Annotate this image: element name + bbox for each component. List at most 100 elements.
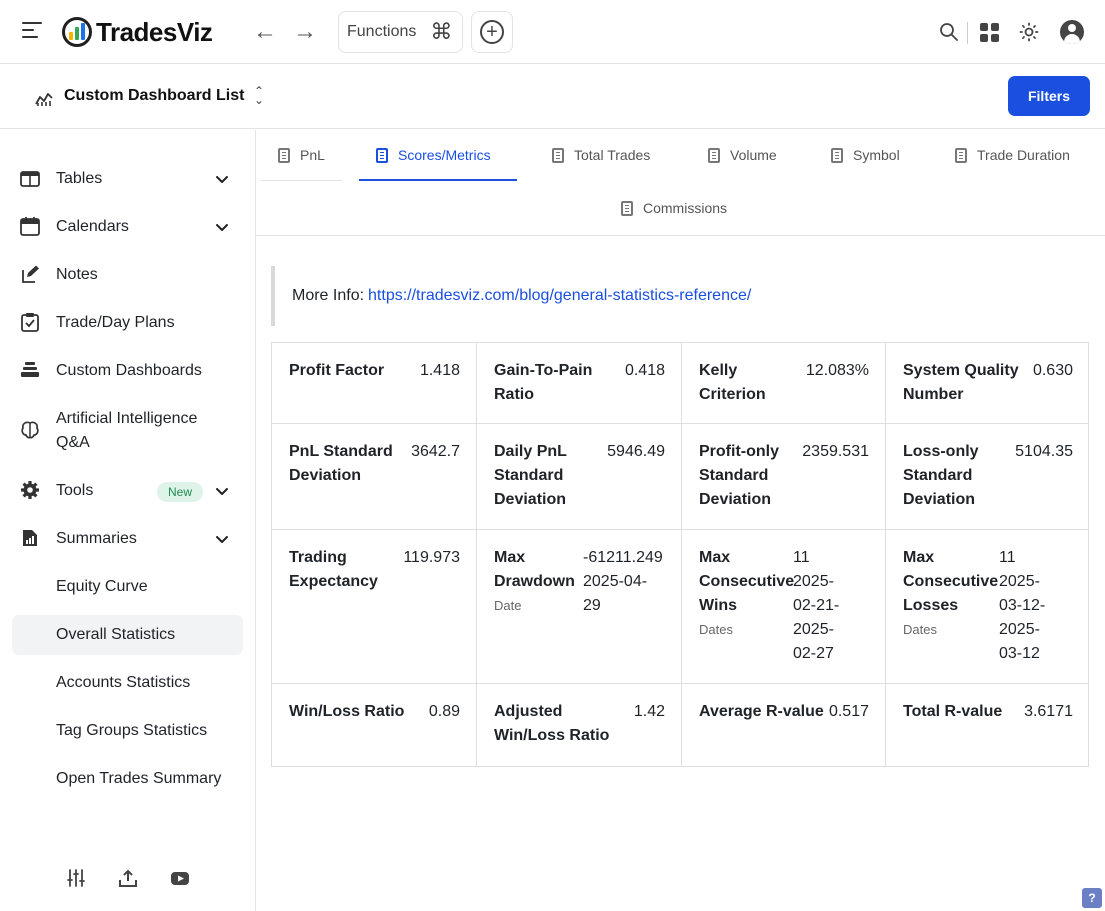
grid-icon[interactable] [977, 20, 1001, 44]
dashboard-list-selector[interactable]: Custom Dashboard List [64, 87, 244, 105]
tab-trade-duration[interactable]: Trade Duration [955, 130, 1070, 180]
user-avatar-icon[interactable] [1060, 20, 1084, 44]
sidebar-item-label: Custom Dashboards [56, 362, 202, 379]
tab-label: Commissions [643, 200, 728, 216]
statistics-reference-link[interactable]: https://tradesviz.com/blog/general-stati… [368, 287, 751, 305]
metric-max-consecutive-losses: Max Consecutive Losses Dates 11 2025- 03-1… [886, 530, 1088, 684]
metric-max-consecutive-wins: Max Consecutive Wins Dates 11 2025- 02-21-… [682, 530, 886, 684]
arrow-right-icon[interactable]: → [293, 20, 317, 44]
youtube-icon[interactable] [170, 868, 190, 888]
logo[interactable]: TradesViz [62, 16, 213, 48]
tab-symbol[interactable]: Symbol [831, 130, 900, 180]
metric-system-quality-number: System Quality Number 0.630 [886, 343, 1088, 424]
metric-label: Adjusted [494, 703, 563, 720]
metric-label: Wins [699, 597, 738, 614]
metric-label: Deviation [289, 467, 362, 484]
metric-date: 29 [583, 597, 601, 614]
metric-label: Loss-only [903, 443, 979, 460]
metrics-grid: Profit Factor 1.418 Gain-To-Pain Ratio 0.… [271, 342, 1089, 767]
metric-label: Standard [699, 467, 769, 484]
brain-icon [20, 420, 40, 440]
sidebar-footer [0, 830, 255, 911]
sidebar-subitem-tag-groups-statistics[interactable]: Tag Groups Statistics [56, 719, 207, 743]
tab-total-trades[interactable]: Total Trades [552, 130, 650, 180]
metric-value: 5946.49 [607, 443, 665, 460]
metric-label: Criterion [699, 386, 766, 403]
report-icon [20, 528, 40, 548]
gear-icon [20, 480, 40, 500]
tab-scores-metrics[interactable]: Scores/Metrics [376, 130, 491, 180]
metric-value: 0.630 [1032, 362, 1073, 379]
filters-button[interactable]: Filters [1008, 76, 1090, 116]
sidebar-subitem-overall-statistics[interactable]: Overall Statistics [56, 623, 175, 647]
tab-pnl[interactable]: PnL [278, 130, 325, 180]
tab-volume[interactable]: Volume [708, 130, 777, 180]
metric-label: Trading [289, 549, 347, 566]
metric-sub-label: Dates [699, 622, 733, 637]
metric-value: 2359.531 [802, 443, 869, 460]
metric-sub-label: Dates [903, 622, 937, 637]
tab-label: Trade Duration [977, 147, 1070, 163]
metric-loss-only-std-dev: Loss-only Standard Deviation 5104.35 [886, 424, 1088, 530]
chevron-down-icon[interactable] [214, 171, 230, 187]
metric-label: Consecutive [903, 573, 999, 590]
top-bar: TradesViz ← → Functions ⌘ + [0, 0, 1105, 64]
upload-icon[interactable] [118, 868, 138, 888]
metric-sub-label: Date [494, 598, 522, 613]
clipboard-icon [831, 147, 843, 163]
functions-button[interactable]: Functions ⌘ [338, 11, 463, 53]
clipboard-icon [621, 200, 633, 216]
pencil-note-icon [20, 264, 40, 284]
metric-profit-only-std-dev: Profit-only Standard Deviation 2359.531 [682, 424, 886, 530]
metric-label: Deviation [494, 491, 567, 508]
metric-label: Win/Loss Ratio [494, 727, 610, 744]
metric-label: Gain-To-Pain [494, 362, 593, 379]
sidebar-subitem-accounts-statistics[interactable]: Accounts Statistics [56, 671, 190, 695]
tab-label: PnL [300, 147, 325, 163]
metric-value: 11 [793, 549, 810, 566]
sidebar-item-label: Tools [56, 482, 94, 499]
chevron-down-icon[interactable] [214, 483, 230, 499]
metric-daily-pnl-std-dev: Daily PnL Standard Deviation 5946.49 [477, 424, 682, 530]
metric-kelly-criterion: Kelly Criterion 12.083% [682, 343, 886, 424]
metric-value: 0.418 [624, 362, 665, 379]
metric-value: 11 [999, 549, 1016, 566]
metric-date: 2025- [999, 573, 1040, 590]
help-button[interactable]: ? [1082, 888, 1102, 908]
metric-label: Kelly [699, 362, 738, 379]
metric-label: Daily PnL [494, 443, 567, 460]
sidebar: Tables Calendars Notes Trade/Day Plans C… [0, 130, 256, 911]
add-button[interactable]: + [471, 11, 513, 53]
metric-label: Max [699, 549, 731, 566]
search-icon[interactable] [937, 20, 961, 44]
tab-divider [260, 180, 342, 181]
sliders-icon[interactable] [66, 868, 86, 888]
metric-trading-expectancy: Trading Expectancy 119.973 [272, 530, 477, 684]
hamburger-menu-icon[interactable] [22, 22, 42, 42]
clipboard-icon [955, 147, 967, 163]
metric-pnl-std-dev: PnL Standard Deviation 3642.7 [272, 424, 477, 530]
metric-value: 0.89 [428, 703, 460, 720]
metric-date: 02-27 [793, 645, 834, 662]
sidebar-subitem-open-trades-summary[interactable]: Open Trades Summary [56, 767, 221, 791]
metric-label: Losses [903, 597, 959, 614]
chevron-down-icon[interactable] [214, 219, 230, 235]
metric-max-drawdown: Max Drawdown Date -61211.249 2025-04- 29 [477, 530, 682, 684]
dashboard-header: Custom Dashboard List ⌃ ⌄ Filters [0, 65, 1105, 129]
metric-profit-factor: Profit Factor 1.418 [272, 343, 477, 424]
metric-date: 03-12- [999, 597, 1046, 614]
chevron-down-icon[interactable] [214, 531, 230, 547]
tab-commissions[interactable]: Commissions [621, 183, 727, 233]
clipboard-icon [708, 147, 720, 163]
sun-icon[interactable] [1017, 20, 1041, 44]
metric-label: Win/Loss Ratio [289, 703, 405, 720]
sidebar-subitem-equity-curve[interactable]: Equity Curve [56, 575, 148, 599]
metric-value: 119.973 [403, 549, 460, 566]
metric-label: Profit-only [699, 443, 779, 460]
arrow-left-icon[interactable]: ← [253, 20, 277, 44]
metric-value: 1.418 [419, 362, 460, 379]
chevron-up-down-icon[interactable]: ⌃ ⌄ [254, 85, 264, 106]
active-tab-indicator [359, 179, 517, 181]
metric-average-r-value: Average R-value 0.517 [682, 684, 886, 766]
clipboard-check-icon [20, 312, 40, 332]
